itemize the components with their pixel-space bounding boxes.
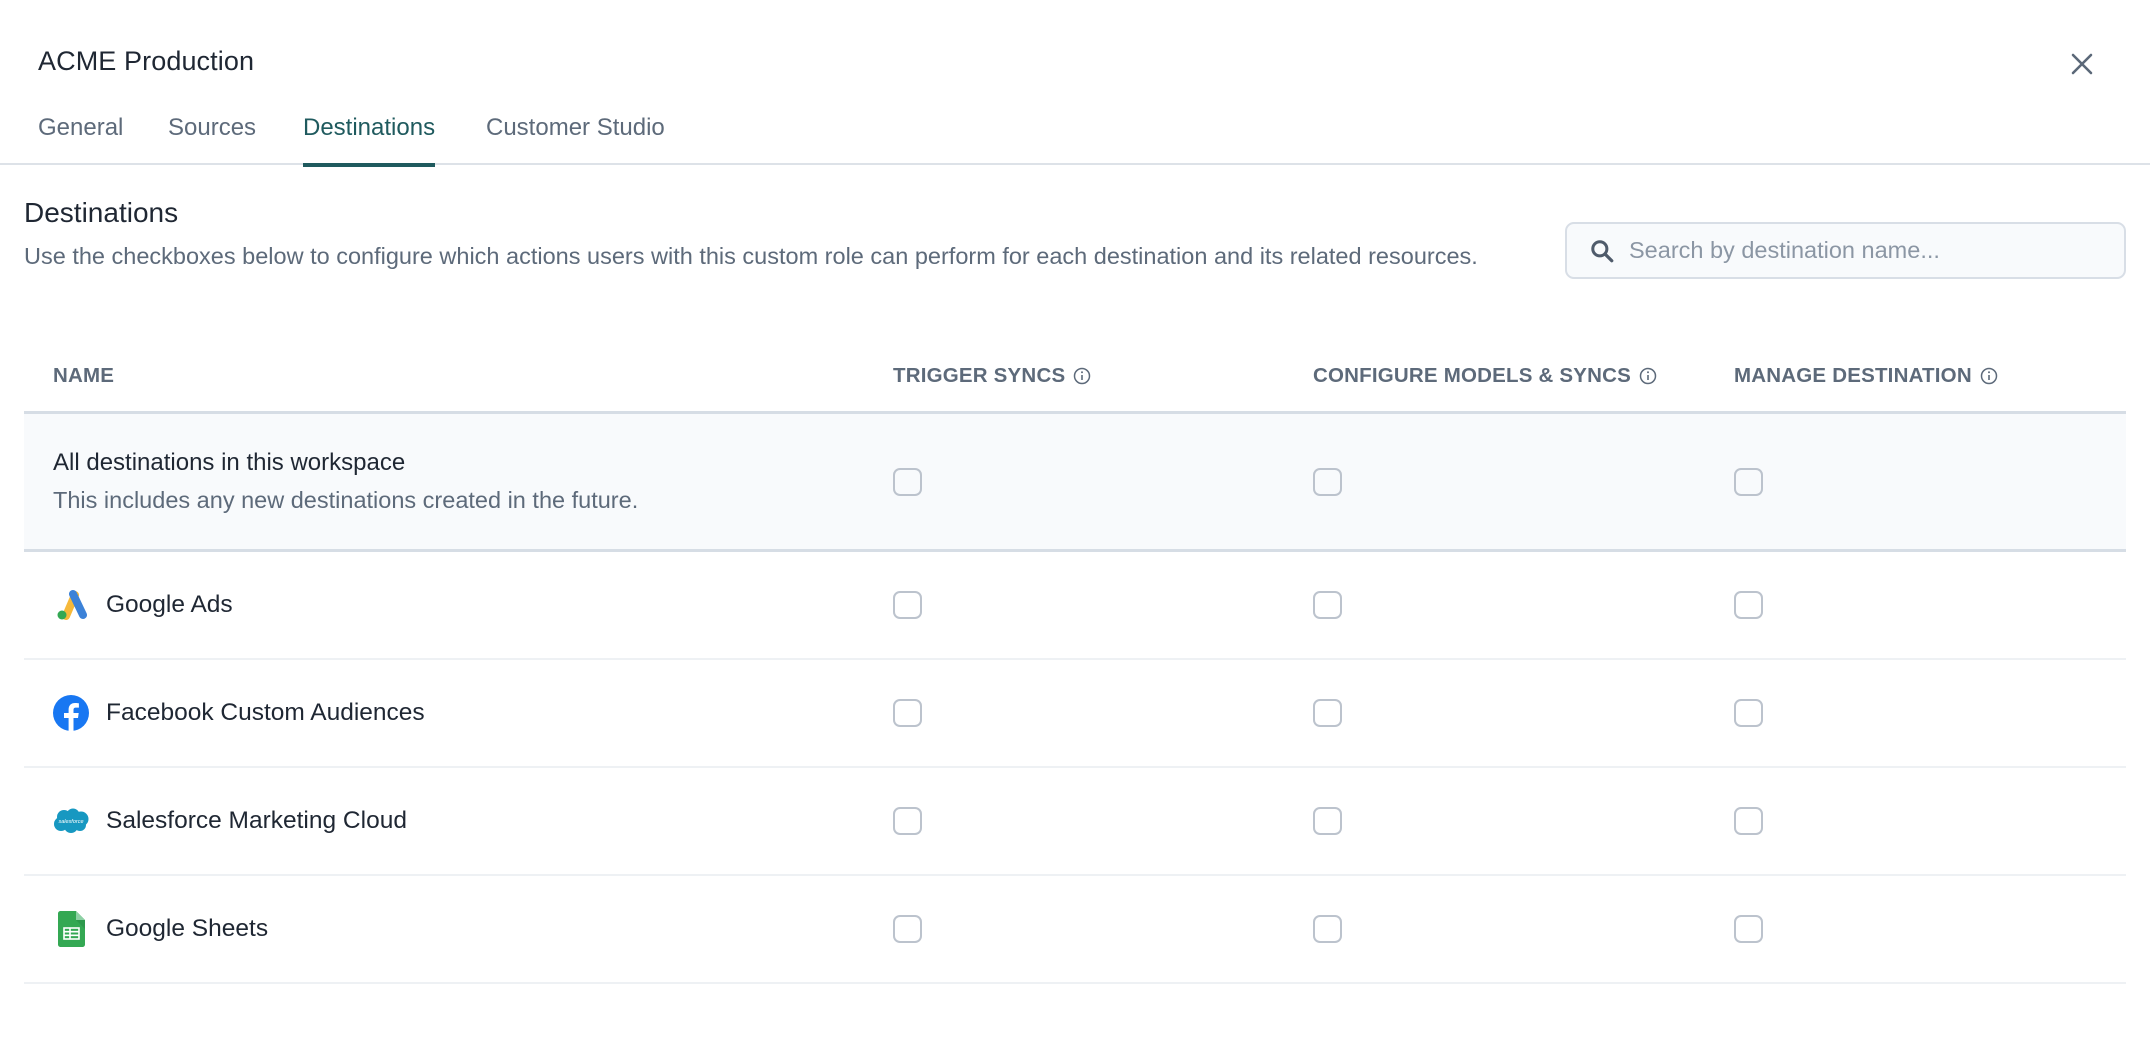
configure-models-syncs-checkbox[interactable]	[1313, 467, 1342, 496]
table-row: salesforce Salesforce Marketing Cloud	[24, 768, 2126, 876]
configure-models-syncs-checkbox[interactable]	[1313, 807, 1342, 835]
table-header: NAME TRIGGER SYNCS CONFIGURE MODELS & SY…	[24, 340, 2126, 414]
configure-models-syncs-checkbox[interactable]	[1313, 915, 1342, 943]
destination-name-cell: salesforce Salesforce Marketing Cloud	[53, 768, 407, 874]
destination-name: Google Ads	[106, 591, 233, 618]
section-title: Destinations	[24, 197, 179, 228]
manage-destination-checkbox[interactable]	[1734, 807, 1763, 835]
trigger-syncs-checkbox[interactable]	[893, 915, 922, 943]
table-row: Google Ads	[24, 552, 2126, 660]
column-header-label: TRIGGER SYNCS	[893, 364, 1066, 387]
tab-destinations[interactable]: Destinations	[303, 114, 436, 167]
manage-destination-checkbox[interactable]	[1734, 467, 1763, 496]
table-row: Google Sheets	[24, 876, 2126, 984]
column-header-configure-models-syncs: CONFIGURE MODELS & SYNCS	[1313, 364, 1657, 388]
manage-destination-checkbox[interactable]	[1734, 591, 1763, 619]
search-field[interactable]	[1565, 222, 2126, 279]
info-icon[interactable]	[1073, 367, 1091, 385]
section-description: Use the checkboxes below to configure wh…	[24, 243, 1478, 269]
destination-name: Salesforce Marketing Cloud	[106, 807, 407, 834]
all-destinations-subtitle: This includes any new destinations creat…	[53, 487, 639, 513]
destination-name: Google Sheets	[106, 915, 269, 942]
trigger-syncs-checkbox[interactable]	[893, 699, 922, 727]
facebook-icon	[53, 695, 89, 731]
trigger-syncs-checkbox[interactable]	[893, 807, 922, 835]
destination-name: Facebook Custom Audiences	[106, 699, 425, 726]
tab-bar: General Sources Destinations Customer St…	[0, 100, 2150, 167]
all-destinations-title: All destinations in this workspace	[53, 449, 406, 476]
info-icon[interactable]	[1639, 367, 1657, 385]
tab-sources[interactable]: Sources	[168, 114, 256, 165]
close-icon	[2071, 53, 2093, 75]
search-icon	[1591, 239, 1614, 262]
column-header-label: CONFIGURE MODELS & SYNCS	[1313, 364, 1632, 387]
svg-text:salesforce: salesforce	[58, 819, 83, 825]
destination-name-cell: Google Ads	[53, 552, 233, 658]
configure-models-syncs-checkbox[interactable]	[1313, 591, 1342, 619]
tab-general[interactable]: General	[38, 114, 123, 165]
close-button[interactable]	[2064, 46, 2100, 82]
tab-customer-studio[interactable]: Customer Studio	[486, 114, 665, 165]
trigger-syncs-checkbox[interactable]	[893, 591, 922, 619]
column-header-manage-destination: MANAGE DESTINATION	[1734, 364, 1998, 388]
all-destinations-label: All destinations in this workspace This …	[53, 414, 638, 549]
destination-name-cell: Facebook Custom Audiences	[53, 660, 425, 766]
column-header-trigger-syncs: TRIGGER SYNCS	[893, 364, 1091, 388]
salesforce-icon: salesforce	[53, 803, 89, 839]
manage-destination-checkbox[interactable]	[1734, 915, 1763, 943]
column-header-name: NAME	[53, 364, 114, 388]
column-header-label: NAME	[53, 364, 115, 387]
google-sheets-icon	[53, 911, 89, 947]
google-ads-icon	[53, 587, 89, 623]
configure-models-syncs-checkbox[interactable]	[1313, 699, 1342, 727]
manage-destination-checkbox[interactable]	[1734, 699, 1763, 727]
column-header-label: MANAGE DESTINATION	[1734, 364, 1972, 387]
info-icon[interactable]	[1980, 367, 1998, 385]
trigger-syncs-checkbox[interactable]	[893, 467, 922, 496]
table-row: Facebook Custom Audiences	[24, 660, 2126, 768]
destination-name-cell: Google Sheets	[53, 876, 268, 982]
modal-title: ACME Production	[38, 46, 255, 76]
search-input[interactable]	[1629, 237, 2109, 264]
destinations-table: NAME TRIGGER SYNCS CONFIGURE MODELS & SY…	[24, 340, 2126, 984]
table-row-all-destinations: All destinations in this workspace This …	[24, 414, 2126, 552]
